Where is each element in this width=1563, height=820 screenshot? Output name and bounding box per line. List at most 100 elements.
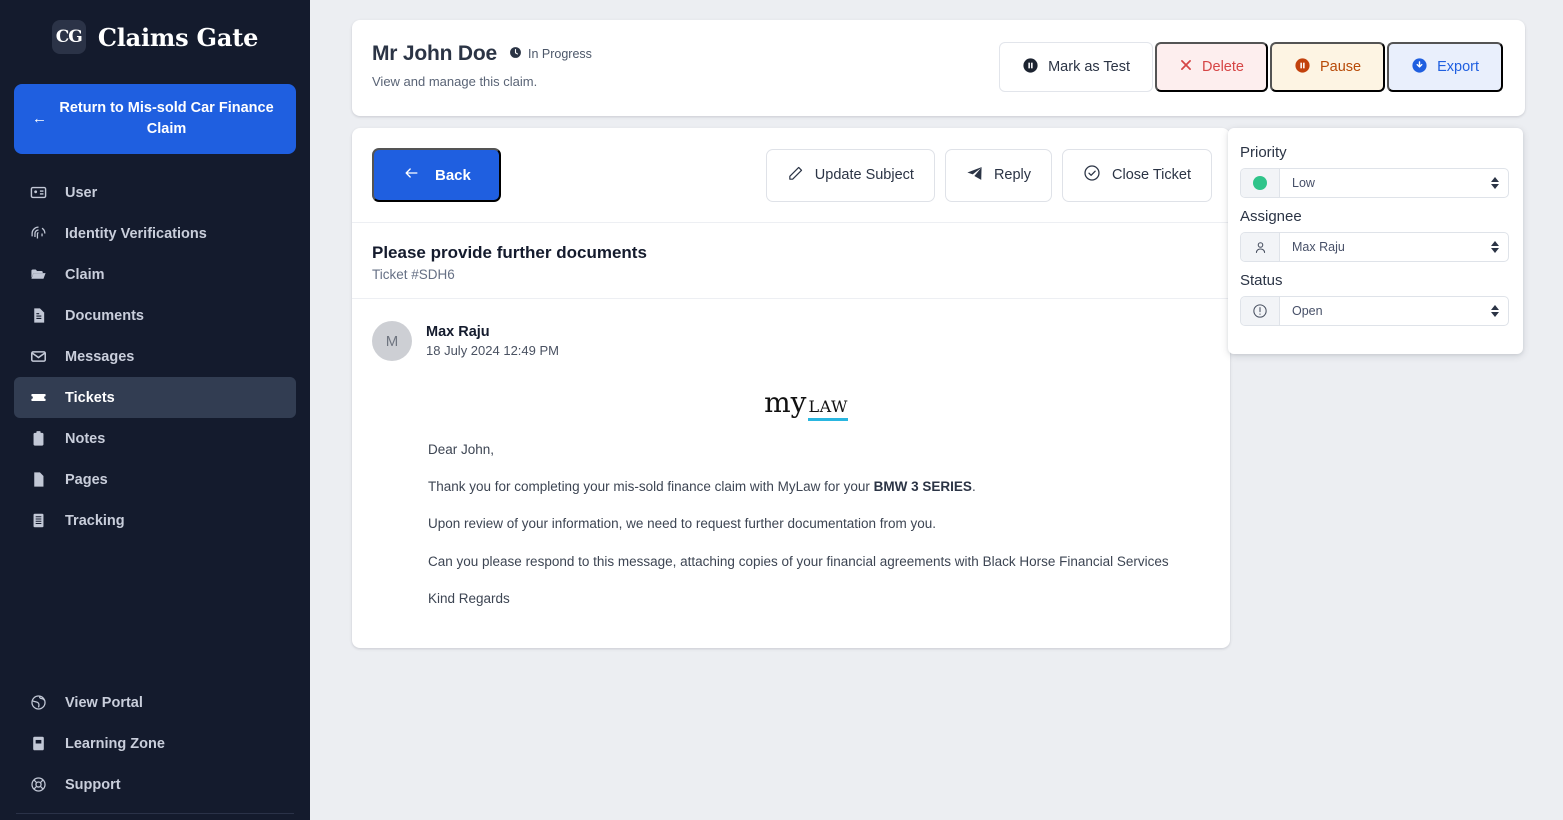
paper-plane-icon bbox=[966, 165, 983, 186]
fingerprint-icon bbox=[30, 225, 47, 242]
page-icon bbox=[30, 471, 47, 488]
envelope-icon bbox=[30, 348, 47, 365]
sidebar-item-view-portal[interactable]: View Portal bbox=[14, 682, 296, 723]
assignee-value: Max Raju bbox=[1292, 240, 1345, 254]
globe-icon bbox=[30, 694, 47, 711]
message-paragraph-pre: Thank you for completing your mis-sold f… bbox=[428, 479, 874, 495]
sidebar-item-pages[interactable]: Pages bbox=[14, 459, 296, 500]
list-icon bbox=[30, 512, 47, 529]
claim-header-text: Mr John Doe In Progress View and manage … bbox=[370, 42, 592, 89]
message-header: M Max Raju 18 July 2024 12:49 PM bbox=[372, 321, 1210, 361]
assignee-label: Assignee bbox=[1240, 208, 1302, 225]
message-paragraph: Can you please respond to this message, … bbox=[428, 553, 1169, 569]
delete-button[interactable]: Delete bbox=[1155, 42, 1268, 92]
sidebar-item-label: Learning Zone bbox=[65, 735, 165, 752]
arrow-left-icon bbox=[402, 165, 421, 185]
back-label: Back bbox=[435, 166, 471, 184]
sidebar-item-label: View Portal bbox=[65, 694, 143, 711]
ticket-card: Back Update Subject Reply Close Ticket P… bbox=[352, 128, 1230, 649]
reply-button[interactable]: Reply bbox=[944, 148, 1053, 202]
mylaw-logo-secondary: LAW bbox=[808, 397, 848, 421]
sidebar-nav: User Identity Verifications Claim Docume… bbox=[0, 172, 310, 541]
status-select[interactable]: Open bbox=[1240, 296, 1509, 326]
pause-circle-icon bbox=[1022, 57, 1039, 78]
check-circle-icon bbox=[1083, 164, 1101, 186]
assignee-select[interactable]: Max Raju bbox=[1240, 232, 1509, 262]
sidebar-item-label: Claim bbox=[65, 266, 105, 283]
sidebar-item-label: User bbox=[65, 184, 98, 201]
priority-label: Priority bbox=[1240, 144, 1287, 161]
sidebar-item-label: Identity Verifications bbox=[65, 225, 207, 242]
message-paragraph-post: . bbox=[971, 479, 976, 495]
sidebar-item-claim[interactable]: Claim bbox=[14, 254, 296, 295]
sidebar-item-notes[interactable]: Notes bbox=[14, 418, 296, 459]
chevron-updown-icon bbox=[1491, 241, 1499, 253]
sidebar-item-tickets[interactable]: Tickets bbox=[14, 377, 296, 419]
status-label: Status bbox=[1240, 272, 1283, 289]
sidebar-divider bbox=[16, 813, 294, 814]
avatar: M bbox=[372, 321, 412, 361]
sidebar-item-label: Messages bbox=[65, 348, 135, 365]
main-content: Mr John Doe In Progress View and manage … bbox=[310, 0, 1563, 820]
page-title: Mr John Doe bbox=[372, 42, 497, 65]
priority-value-wrap[interactable]: Low bbox=[1280, 169, 1508, 197]
priority-select[interactable]: Low bbox=[1240, 168, 1509, 198]
sidebar-item-user[interactable]: User bbox=[14, 172, 296, 213]
message-paragraph: Thank you for completing your mis-sold f… bbox=[428, 478, 1184, 496]
sidebar-item-support[interactable]: Support bbox=[14, 764, 296, 805]
close-ticket-button[interactable]: Close Ticket bbox=[1062, 148, 1212, 202]
sidebar-item-label: Support bbox=[65, 776, 121, 793]
brand-name: Claims Gate bbox=[97, 22, 259, 52]
arrow-left-icon: ← bbox=[32, 110, 47, 128]
sidebar-nav-bottom: View Portal Learning Zone Support bbox=[0, 682, 310, 820]
status-value: Open bbox=[1292, 304, 1323, 318]
pause-button[interactable]: Pause bbox=[1269, 42, 1386, 92]
status-badge: In Progress bbox=[509, 46, 592, 62]
claims-gate-logo-icon: CG bbox=[51, 20, 86, 54]
sidebar-item-identity-verifications[interactable]: Identity Verifications bbox=[14, 213, 296, 254]
sidebar-item-tracking[interactable]: Tracking bbox=[14, 500, 296, 541]
book-icon bbox=[30, 735, 47, 752]
sidebar-item-learning-zone[interactable]: Learning Zone bbox=[14, 723, 296, 764]
sidebar-item-label: Tickets bbox=[65, 389, 115, 406]
document-icon bbox=[30, 307, 47, 324]
chevron-updown-icon bbox=[1491, 177, 1499, 189]
sidebar-item-label: Documents bbox=[65, 307, 144, 324]
mark-as-test-button[interactable]: Mark as Test bbox=[999, 42, 1154, 92]
delete-label: Delete bbox=[1202, 59, 1244, 75]
export-button[interactable]: Export bbox=[1387, 42, 1503, 92]
folder-icon bbox=[30, 266, 47, 283]
claim-actions: Mark as Test Delete Pause Export bbox=[999, 42, 1503, 92]
mark-as-test-label: Mark as Test bbox=[1048, 59, 1131, 75]
clipboard-icon bbox=[30, 430, 47, 447]
ticket-subject: Please provide further documents bbox=[372, 243, 647, 262]
download-circle-icon bbox=[1411, 57, 1428, 78]
mylaw-logo-primary: my bbox=[764, 386, 807, 419]
ticket-toolbar: Back Update Subject Reply Close Ticket bbox=[352, 128, 1230, 223]
message-timestamp: 18 July 2024 12:49 PM bbox=[426, 343, 559, 358]
sidebar-item-label: Notes bbox=[65, 430, 106, 447]
sidebar-item-documents[interactable]: Documents bbox=[14, 295, 296, 336]
ticket-area: Back Update Subject Reply Close Ticket P… bbox=[352, 128, 1525, 649]
return-to-claim-button[interactable]: ← Return to Mis-sold Car Finance Claim bbox=[14, 84, 296, 155]
sidebar-item-messages[interactable]: Messages bbox=[14, 336, 296, 377]
clock-icon bbox=[509, 46, 522, 62]
sidebar-item-label: Tracking bbox=[65, 512, 125, 529]
ticket-reference: Ticket #SDH6 bbox=[372, 267, 455, 282]
message-meta: Max Raju 18 July 2024 12:49 PM bbox=[426, 324, 559, 358]
mylaw-logo: my LAW bbox=[428, 379, 1184, 441]
status-value-wrap[interactable]: Open bbox=[1280, 297, 1508, 325]
assignee-value-wrap[interactable]: Max Raju bbox=[1280, 233, 1508, 261]
id-card-icon bbox=[30, 184, 47, 201]
claim-header-card: Mr John Doe In Progress View and manage … bbox=[352, 20, 1525, 116]
back-button[interactable]: Back bbox=[372, 148, 501, 202]
message-paragraph: Kind Regards bbox=[428, 590, 510, 606]
alert-circle-icon bbox=[1241, 297, 1280, 325]
claim-title-row: Mr John Doe In Progress bbox=[372, 42, 592, 66]
update-subject-button[interactable]: Update Subject bbox=[765, 148, 935, 202]
pause-label: Pause bbox=[1319, 59, 1362, 75]
pause-circle-icon bbox=[1294, 57, 1311, 78]
lifebuoy-icon bbox=[30, 776, 47, 793]
priority-value: Low bbox=[1292, 176, 1315, 190]
